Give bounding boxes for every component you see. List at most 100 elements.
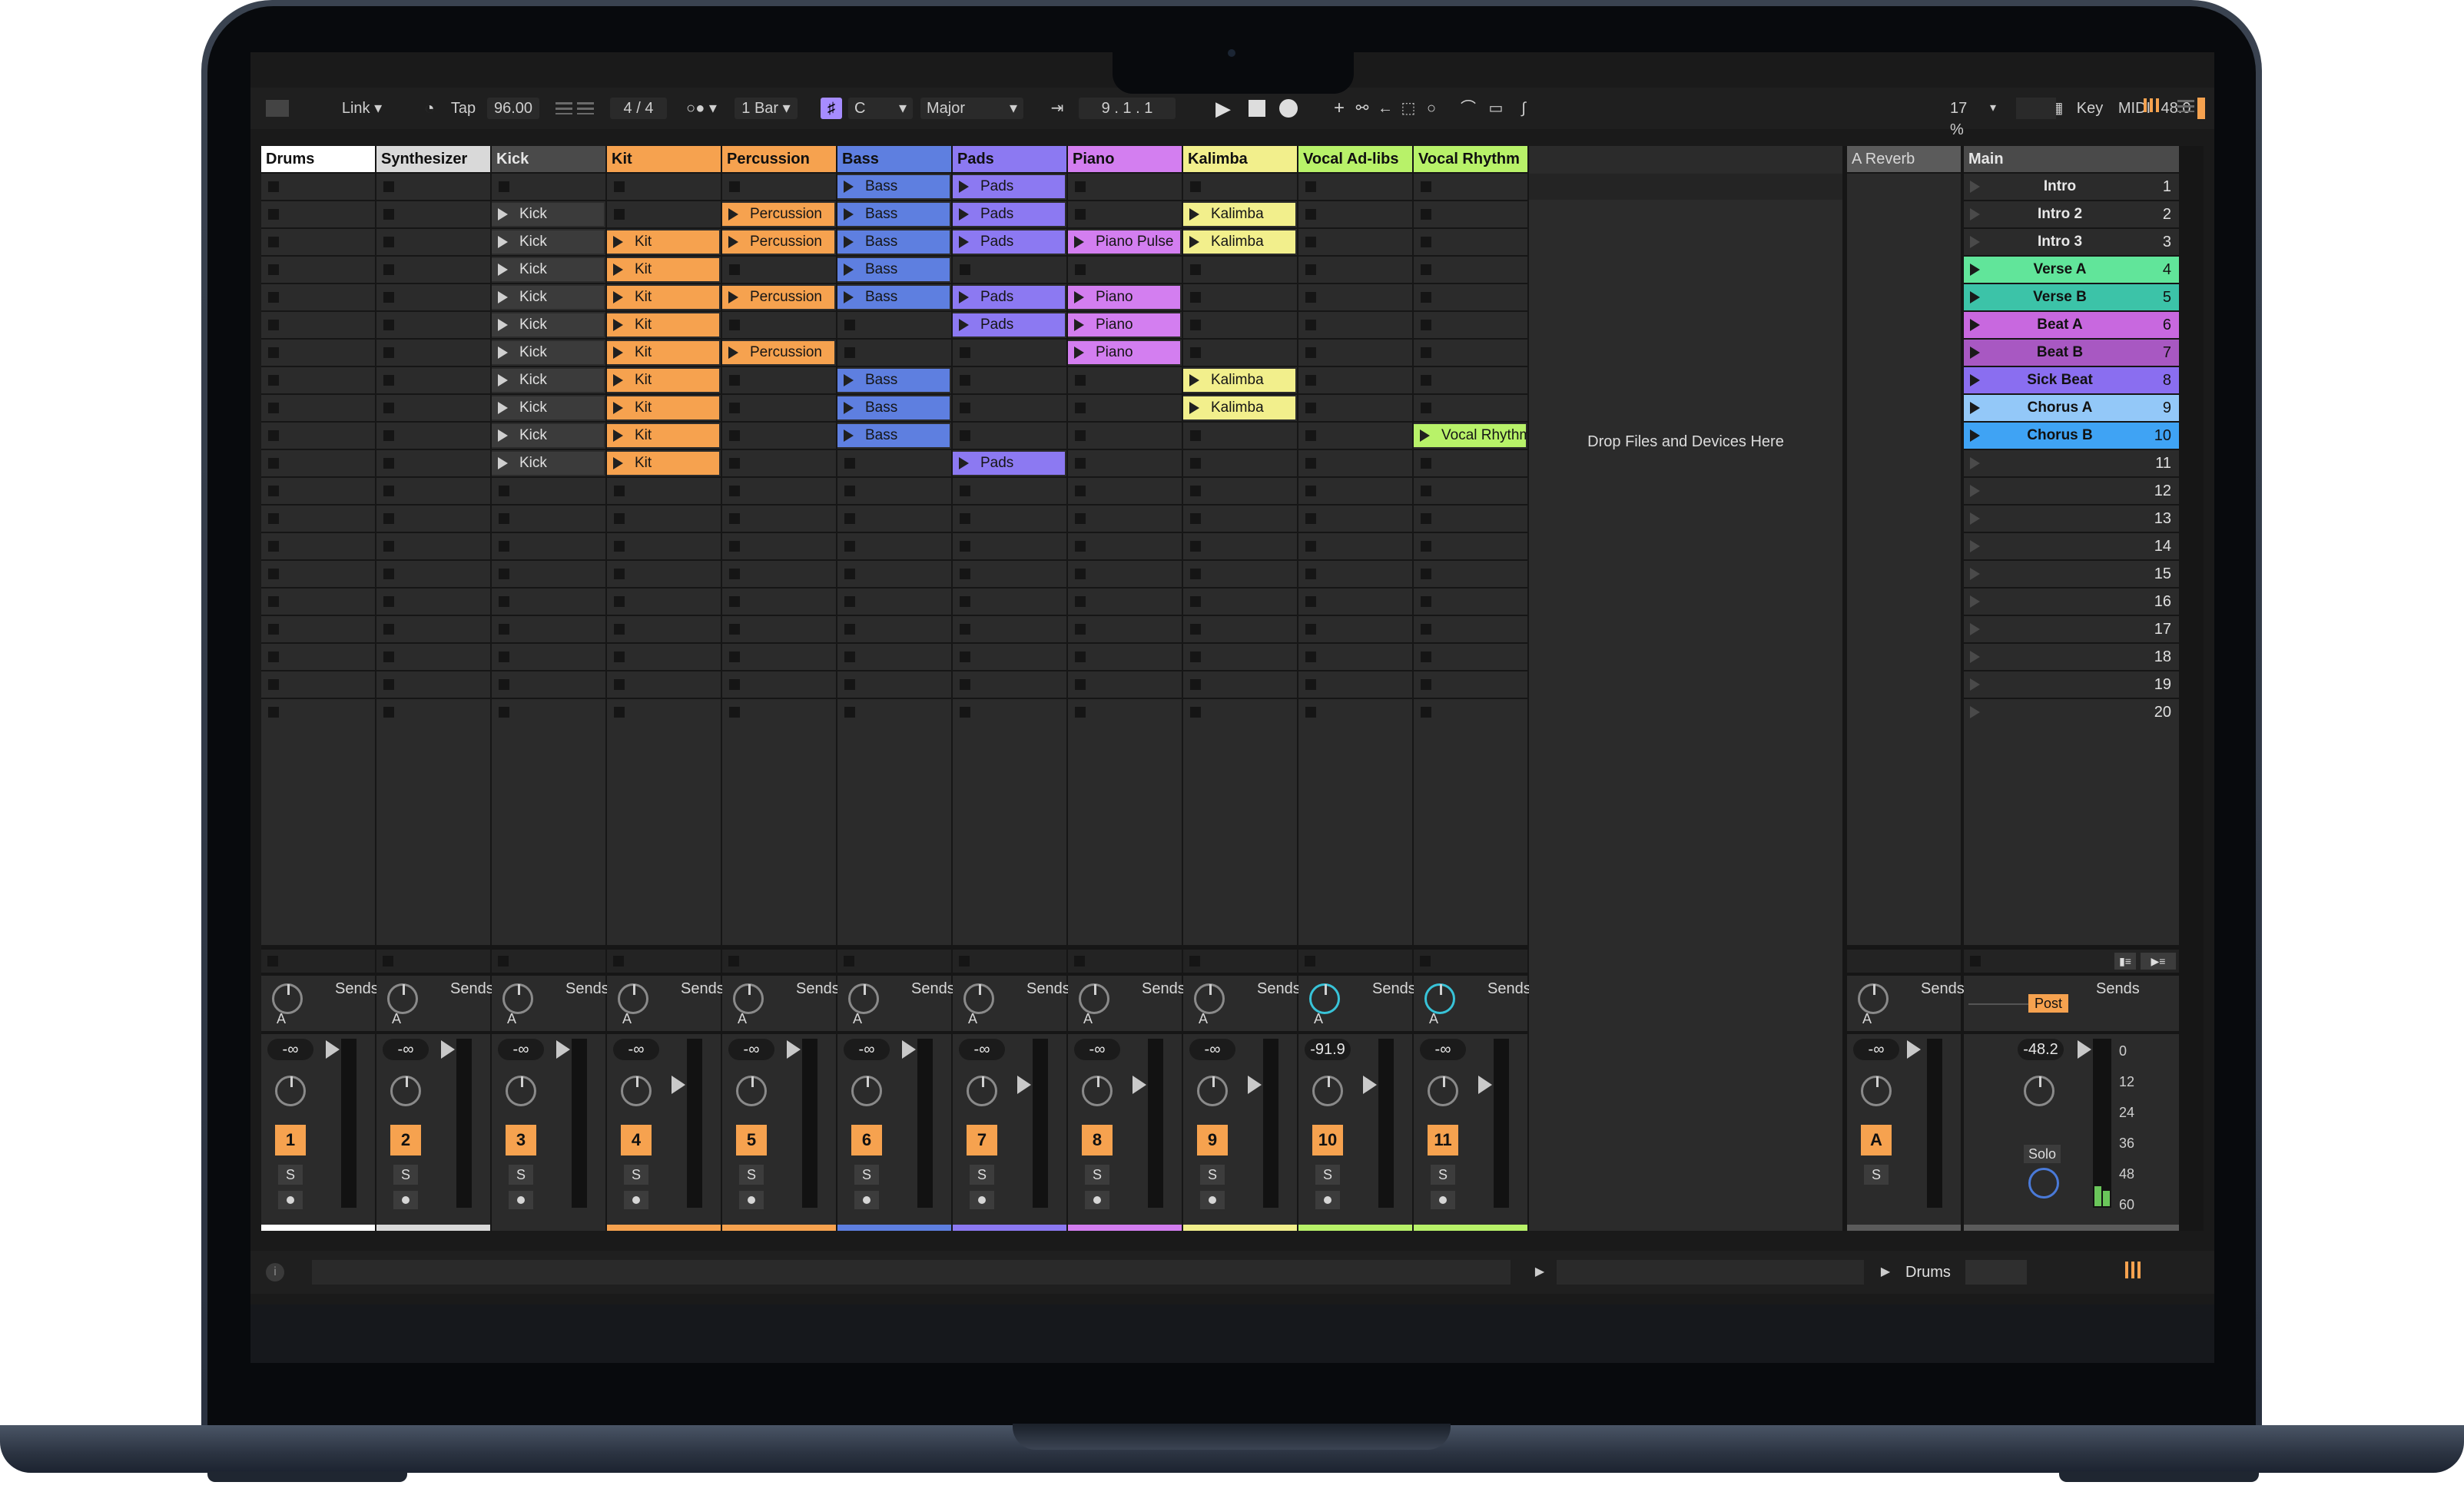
clip-slot[interactable] bbox=[953, 257, 1066, 283]
clip-view-icon[interactable]: ▮≡ bbox=[2114, 953, 2136, 970]
clip-slot[interactable] bbox=[607, 174, 721, 200]
pan-knob[interactable] bbox=[621, 1076, 652, 1106]
clip-stop-icon[interactable] bbox=[1305, 181, 1316, 192]
clip-stop-icon[interactable] bbox=[614, 181, 625, 192]
clip-slot[interactable] bbox=[376, 589, 490, 615]
clip-stop-icon[interactable] bbox=[1421, 652, 1431, 662]
clip-stop-icon[interactable] bbox=[729, 596, 740, 607]
clip-stop-icon[interactable] bbox=[1421, 458, 1431, 469]
volume-display[interactable]: -∞ bbox=[959, 1039, 1005, 1060]
clip-stop-icon[interactable] bbox=[1190, 596, 1201, 607]
clip-slot[interactable]: Kit bbox=[607, 229, 721, 255]
clip-slot[interactable]: Kick bbox=[492, 340, 605, 366]
send-a-knob[interactable] bbox=[502, 983, 533, 1014]
clip-stop-icon[interactable] bbox=[729, 375, 740, 386]
clip-slot[interactable] bbox=[261, 561, 375, 587]
solo-button[interactable]: S bbox=[739, 1165, 764, 1185]
arm-button[interactable] bbox=[278, 1191, 303, 1209]
clip-launch-icon[interactable] bbox=[728, 346, 738, 359]
clip-slot[interactable] bbox=[722, 561, 836, 587]
clip-stop-icon[interactable] bbox=[499, 541, 509, 552]
tap-button[interactable]: Tap bbox=[446, 98, 481, 119]
track-activator[interactable]: 2 bbox=[390, 1125, 421, 1155]
clip-stop-icon[interactable] bbox=[499, 707, 509, 718]
scene-launch-icon[interactable] bbox=[1970, 540, 1980, 552]
clip-stop-icon[interactable] bbox=[1421, 541, 1431, 552]
clip-launch-icon[interactable] bbox=[1074, 291, 1084, 303]
clip-stop-icon[interactable] bbox=[268, 320, 279, 330]
send-a-knob[interactable] bbox=[963, 983, 994, 1014]
clip[interactable]: Kick bbox=[492, 201, 605, 227]
clip-stop-icon[interactable] bbox=[1421, 707, 1431, 718]
clip-stop-icon[interactable] bbox=[1421, 347, 1431, 358]
clip-stop-icon[interactable] bbox=[268, 264, 279, 275]
clip-slot[interactable] bbox=[492, 589, 605, 615]
clip-launch-icon[interactable] bbox=[613, 457, 623, 469]
clip-stop-icon[interactable] bbox=[1190, 707, 1201, 718]
clip-stop-icon[interactable] bbox=[1075, 624, 1086, 635]
clip-slot[interactable] bbox=[1298, 174, 1412, 200]
clip-slot[interactable] bbox=[1068, 589, 1182, 615]
clip-stop-icon[interactable] bbox=[1305, 292, 1316, 303]
clip-slot[interactable]: Kalimba bbox=[1183, 395, 1297, 421]
clip-stop-icon[interactable] bbox=[383, 403, 394, 413]
clip[interactable]: Kit bbox=[607, 229, 721, 255]
clip[interactable]: Bass bbox=[837, 229, 951, 255]
clip-slot[interactable] bbox=[1068, 367, 1182, 393]
clip-stop-icon[interactable] bbox=[383, 624, 394, 635]
clip-stop-icon[interactable] bbox=[499, 181, 509, 192]
clip-stop-icon[interactable] bbox=[499, 624, 509, 635]
clip[interactable]: Percussion bbox=[722, 201, 836, 227]
clip[interactable]: Piano Pulse bbox=[1068, 229, 1182, 255]
clip-stop-icon[interactable] bbox=[383, 596, 394, 607]
track-header[interactable]: Kalimba bbox=[1183, 146, 1297, 172]
scene[interactable]: 17 bbox=[1964, 616, 2179, 642]
clip-stop-icon[interactable] bbox=[960, 513, 970, 524]
clip-slot[interactable]: Pads bbox=[953, 450, 1066, 476]
clip-launch-icon[interactable] bbox=[728, 236, 738, 248]
scene-launch-icon[interactable]: ▶≡ bbox=[2141, 953, 2176, 970]
track-header[interactable]: Kit bbox=[607, 146, 721, 172]
clip-slot[interactable]: Percussion bbox=[722, 201, 836, 227]
clip[interactable]: Piano bbox=[1068, 340, 1182, 366]
clip-slot[interactable] bbox=[1068, 395, 1182, 421]
clip[interactable]: Pads bbox=[953, 450, 1066, 476]
clip-slot[interactable] bbox=[261, 257, 375, 283]
send-a-knob[interactable] bbox=[1309, 983, 1340, 1014]
stop-track-icon[interactable] bbox=[383, 956, 393, 966]
track-header[interactable]: Piano bbox=[1068, 146, 1182, 172]
clip-stop-icon[interactable] bbox=[383, 652, 394, 662]
clip-slot[interactable] bbox=[492, 671, 605, 698]
clip-slot[interactable] bbox=[261, 533, 375, 559]
clip-slot[interactable] bbox=[1068, 671, 1182, 698]
clip-slot[interactable] bbox=[1414, 450, 1527, 476]
scene[interactable]: 19 bbox=[1964, 671, 2179, 698]
scene[interactable]: 18 bbox=[1964, 644, 2179, 670]
clip-stop-icon[interactable] bbox=[1421, 181, 1431, 192]
clip-slot[interactable] bbox=[376, 423, 490, 449]
clip-slot[interactable] bbox=[722, 367, 836, 393]
scene[interactable]: Intro 2 2 bbox=[1964, 201, 2179, 227]
clip-stop-icon[interactable] bbox=[1421, 320, 1431, 330]
clip-slot[interactable] bbox=[722, 450, 836, 476]
clip[interactable]: Percussion bbox=[722, 229, 836, 255]
arm-button[interactable] bbox=[1200, 1191, 1225, 1209]
clip-stop-icon[interactable] bbox=[1305, 513, 1316, 524]
clip-slot[interactable] bbox=[1183, 257, 1297, 283]
clip-slot[interactable] bbox=[1068, 201, 1182, 227]
clip[interactable]: Kick bbox=[492, 423, 605, 449]
volume-fader[interactable] bbox=[456, 1039, 472, 1208]
clip-stop-icon[interactable] bbox=[1305, 624, 1316, 635]
track-activator[interactable]: 5 bbox=[736, 1125, 767, 1155]
clip-launch-icon[interactable] bbox=[728, 291, 738, 303]
clip-stop-icon[interactable] bbox=[1190, 292, 1201, 303]
clip-slot[interactable] bbox=[722, 423, 836, 449]
clip-slot[interactable] bbox=[1068, 423, 1182, 449]
clip-stop-icon[interactable] bbox=[1305, 320, 1316, 330]
clip-stop-icon[interactable] bbox=[268, 458, 279, 469]
clip-stop-icon[interactable] bbox=[844, 596, 855, 607]
cue-knob[interactable] bbox=[2028, 1168, 2059, 1199]
clip-slot[interactable] bbox=[1298, 201, 1412, 227]
clip-slot[interactable] bbox=[1298, 423, 1412, 449]
pan-knob[interactable] bbox=[1082, 1076, 1113, 1106]
